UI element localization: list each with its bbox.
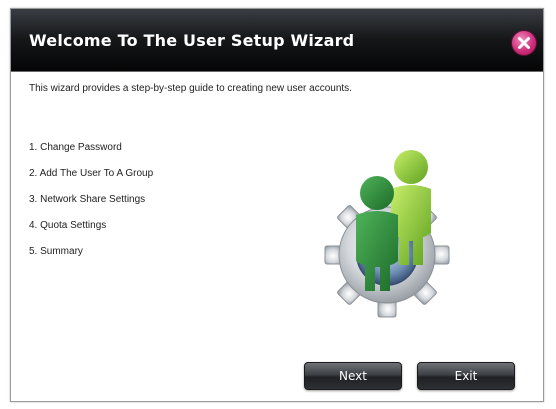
close-button[interactable] xyxy=(511,30,537,56)
step-change-password: 1. Change Password xyxy=(29,142,122,153)
user-setup-wizard-dialog: Welcome To The User Setup Wizard This wi… xyxy=(10,8,544,402)
title-bar: Welcome To The User Setup Wizard xyxy=(11,9,543,72)
step-summary: 5. Summary xyxy=(29,246,83,257)
exit-button[interactable]: Exit xyxy=(417,362,515,390)
next-button[interactable]: Next xyxy=(304,362,402,390)
step-network-share-settings: 3. Network Share Settings xyxy=(29,194,146,205)
users-gear-icon xyxy=(317,137,459,319)
step-quota-settings: 4. Quota Settings xyxy=(29,220,107,231)
close-icon xyxy=(518,37,530,49)
dialog-title: Welcome To The User Setup Wizard xyxy=(29,31,355,50)
steps-list: 1. Change Password 2. Add The User To A … xyxy=(29,141,153,271)
step-add-user-to-group: 2. Add The User To A Group xyxy=(29,168,154,179)
intro-text: This wizard provides a step-by-step guid… xyxy=(29,83,352,94)
